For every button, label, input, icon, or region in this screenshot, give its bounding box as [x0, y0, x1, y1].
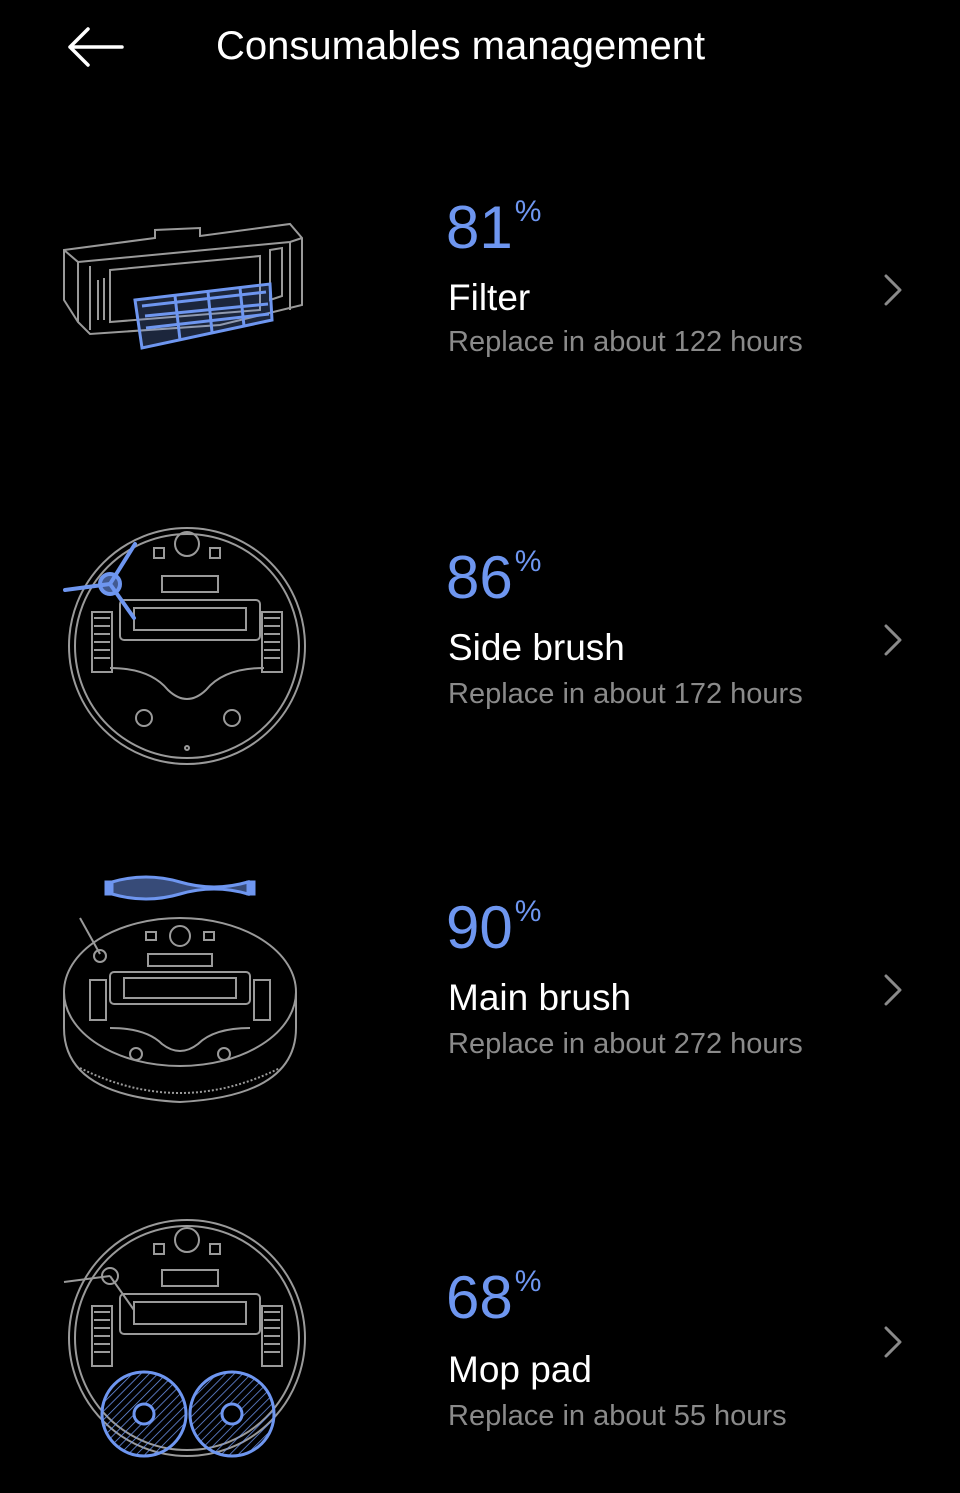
item-name: Main brush — [448, 977, 632, 1018]
percent-value: 90% — [446, 894, 542, 961]
filter-illustration — [63, 222, 303, 350]
item-name: Mop pad — [448, 1349, 592, 1390]
item-name: Side brush — [448, 627, 625, 668]
back-arrow-icon — [68, 27, 124, 67]
consumable-item-mop-pad[interactable]: 68% Mop pad Replace in about 55 hours — [0, 1219, 960, 1493]
consumable-item-filter[interactable]: 81% Filter Replace in about 122 hours — [0, 160, 960, 430]
top-bar: Consumables management — [0, 0, 960, 96]
percent-value: 81% — [446, 194, 542, 261]
item-name: Filter — [448, 277, 531, 318]
chevron-right-icon — [884, 1326, 902, 1358]
percent-value: 68% — [446, 1264, 542, 1331]
item-subtitle: Replace in about 55 hours — [448, 1400, 787, 1432]
percent-value: 86% — [446, 544, 542, 611]
main-brush-illustration — [63, 875, 297, 1104]
chevron-right-icon — [884, 624, 902, 656]
item-subtitle: Replace in about 122 hours — [448, 326, 803, 358]
chevron-right-icon — [884, 974, 902, 1006]
back-button[interactable] — [62, 22, 128, 72]
chevron-right-icon — [884, 274, 902, 306]
side-brush-illustration — [63, 527, 306, 765]
consumable-item-main-brush[interactable]: 90% Main brush Replace in about 272 hour… — [0, 860, 960, 1130]
item-subtitle: Replace in about 172 hours — [448, 678, 803, 710]
page-title: Consumables management — [216, 24, 706, 68]
item-subtitle: Replace in about 272 hours — [448, 1028, 803, 1060]
mop-pad-illustration — [63, 1219, 306, 1458]
consumable-item-side-brush[interactable]: 86% Side brush Replace in about 172 hour… — [0, 510, 960, 780]
